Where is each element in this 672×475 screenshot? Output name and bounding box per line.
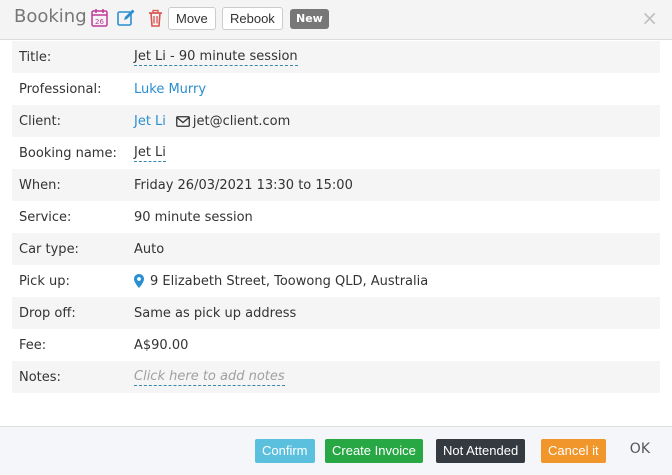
pick-up-value: 9 Elizabeth Street, Toowong QLD, Austral… [150,273,429,289]
rebook-button[interactable]: Rebook [222,7,283,30]
booking-details: Title: Jet Li - 90 minute session Profes… [12,41,660,393]
service-value: 90 minute session [134,209,253,225]
row-professional: Professional: Luke Murry [12,73,660,105]
notes-placeholder[interactable]: Click here to add notes [134,369,285,386]
calendar-icon[interactable]: 26 [90,8,110,28]
client-label: Client: [19,113,62,129]
notes-label: Notes: [19,369,61,385]
row-fee: Fee: A$90.00 [12,329,660,361]
trash-icon[interactable] [146,8,166,28]
drop-off-label: Drop off: [19,305,76,321]
row-when: When: Friday 26/03/2021 13:30 to 15:00 [12,169,660,201]
dialog-footer: Confirm Create Invoice Not Attended Canc… [0,426,672,475]
professional-label: Professional: [19,81,102,97]
when-label: When: [19,177,61,193]
dialog-title: Booking [14,6,87,27]
service-label: Service: [19,209,72,225]
title-label: Title: [19,49,52,65]
row-drop-off: Drop off: Same as pick up address [12,297,660,329]
not-attended-button[interactable]: Not Attended [436,439,526,463]
confirm-button[interactable]: Confirm [255,439,315,463]
svg-text:26: 26 [95,18,104,26]
when-value: Friday 26/03/2021 13:30 to 15:00 [134,177,353,193]
row-title: Title: Jet Li - 90 minute session [12,41,660,73]
car-type-label: Car type: [19,241,79,257]
new-badge: New [290,9,329,29]
drop-off-value: Same as pick up address [134,305,297,321]
booking-name-label: Booking name: [19,145,117,161]
create-invoice-button[interactable]: Create Invoice [325,439,423,463]
dialog-header: Booking 26 Move Rebook New × [0,0,672,40]
row-booking-name: Booking name: Jet Li [12,137,660,169]
car-type-value: Auto [134,241,165,257]
professional-link[interactable]: Luke Murry [134,82,206,97]
fee-value: A$90.00 [134,337,189,353]
row-client: Client: Jet Li jet@client.com [12,105,660,137]
mail-icon [176,115,190,127]
row-pick-up: Pick up: 9 Elizabeth Street, Toowong QLD… [12,265,660,297]
row-car-type: Car type: Auto [12,233,660,265]
map-pin-icon[interactable] [134,274,144,288]
client-email[interactable]: jet@client.com [193,114,290,129]
row-service: Service: 90 minute session [12,201,660,233]
pick-up-label: Pick up: [19,273,70,289]
client-link[interactable]: Jet Li [134,114,166,129]
edit-icon[interactable] [116,8,136,28]
row-notes: Notes: Click here to add notes [12,361,660,393]
title-value[interactable]: Jet Li - 90 minute session [134,49,298,66]
cancel-it-button[interactable]: Cancel it [541,439,606,463]
fee-label: Fee: [19,337,47,353]
booking-name-value[interactable]: Jet Li [134,145,166,162]
ok-button[interactable]: OK [630,441,650,457]
close-icon[interactable]: × [641,8,658,28]
move-button[interactable]: Move [168,7,216,30]
